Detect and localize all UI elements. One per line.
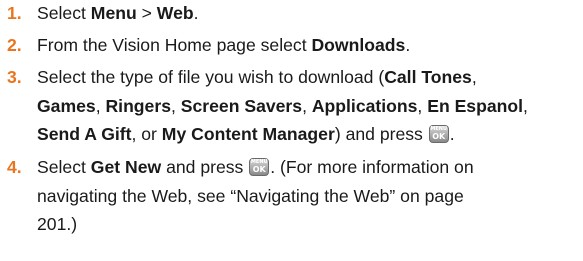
text-run: . [193,3,199,23]
step-1: 1. Select Menu > Web. [0,0,583,29]
text-run: 201.) [37,214,78,234]
applications-label: Applications [311,95,418,116]
text-run: . [449,124,455,144]
step-2: 2. From the Vision Home page select Down… [0,31,583,61]
text-run: navigating the Web, see “Navigating the … [37,185,464,206]
text-run: , [417,95,428,116]
downloads-label: Downloads [311,35,406,55]
text-run: , [523,95,528,116]
screen-savers-label: Screen Savers [180,95,303,116]
step-number: 1. [7,3,22,23]
call-tones-label: Call Tones [384,67,472,87]
text-run: Select the type of file you wish to down… [37,67,385,87]
text-run: . [405,35,411,55]
ringers-label: Ringers [105,95,171,116]
step-text: Select Get New and press MENU OK. (For mo… [37,153,583,239]
step-3: 3. Select the type of file you wish to d… [0,63,583,151]
text-run: , [302,95,312,116]
text-run: > [136,3,157,23]
en-espanol-label: En Espanol [427,95,524,116]
text-run: , [471,67,477,87]
games-label: Games [37,95,96,116]
menu-label: Menu [90,3,137,23]
step-number: 4. [7,157,22,177]
key-bottom-label: OK [432,132,446,141]
text-run: , [95,95,106,116]
get-new-label: Get New [90,157,162,177]
text-run: From the Vision Home page select [37,35,312,55]
key-bottom-label: OK [252,165,266,174]
step-text: From the Vision Home page select Downloa… [37,31,583,60]
text-run: and press [161,157,249,177]
step-4: 4. Select Get New and press MENU OK. (For… [0,153,583,243]
menu-ok-key-icon: MENU OK [428,125,449,143]
text-run: Select [37,157,91,177]
text-run: , [170,95,181,116]
step-text: Select Menu > Web. [37,0,583,28]
step-number: 2. [7,35,22,55]
my-content-manager-label: My Content Manager [161,124,335,144]
step-text: Select the type of file you wish to down… [37,63,583,149]
text-run: Select [37,3,91,23]
menu-ok-key-icon: MENU OK [249,158,270,176]
text-run: ) and press [334,124,428,144]
web-label: Web [156,3,194,23]
text-run: , or [131,124,162,144]
text-run: . (For more information on [270,157,474,177]
send-a-gift-label: Send A Gift [37,124,132,144]
step-number: 3. [7,67,22,87]
